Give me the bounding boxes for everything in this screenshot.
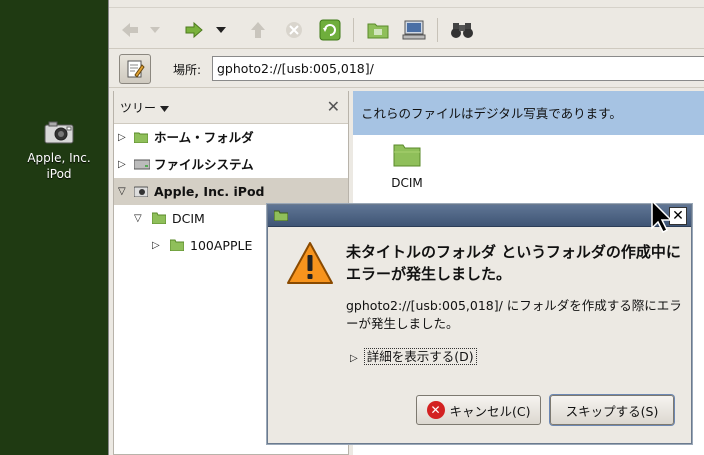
error-dialog: ✕ 未タイトルのフォルダ というフォルダの作成中にエラーが発生しました。 gph…: [267, 204, 692, 444]
details-label: 詳細を表示する(D): [363, 348, 477, 365]
cancel-button[interactable]: ✕ キャンセル(C): [416, 395, 541, 425]
home-folder-icon: [367, 23, 389, 39]
expander-expanded-icon[interactable]: ▽: [118, 178, 126, 205]
mouse-pointer-icon: [651, 200, 673, 234]
toolbar: [109, 9, 704, 49]
back-history-button[interactable]: [147, 17, 163, 43]
close-sidebar-icon[interactable]: ✕: [327, 97, 340, 116]
tree-item-home[interactable]: ▷ ホーム・フォルダ: [114, 124, 348, 151]
tree-item-label: ファイルシステム: [154, 157, 254, 172]
cancel-icon: ✕: [426, 401, 445, 419]
desktop-icon-ipod[interactable]: Apple, Inc. iPod: [18, 120, 100, 182]
up-button[interactable]: [245, 17, 271, 43]
skip-button[interactable]: スキップする(S): [550, 395, 674, 425]
search-button[interactable]: [449, 17, 475, 43]
details-expander[interactable]: ▷ 詳細を表示する(D): [350, 348, 477, 368]
folder-icon: [274, 210, 288, 221]
forward-button[interactable]: [181, 17, 207, 43]
tree-item-ipod[interactable]: ▽ Apple, Inc. iPod: [114, 178, 348, 205]
binoculars-icon: [451, 23, 473, 38]
expander-collapsed-icon: ▷: [350, 353, 358, 364]
dialog-secondary-text: gphoto2://[usb:005,018]/ にフォルダを作成する際にエラー…: [346, 298, 682, 331]
stop-icon: [286, 22, 302, 38]
tree-item-filesystem[interactable]: ▷ ファイルシステム: [114, 151, 348, 178]
dialog-primary-text: 未タイトルのフォルダ というフォルダの作成中にエラーが発生しました。: [346, 243, 681, 283]
cancel-button-label: キャンセル(C): [449, 403, 531, 419]
tree-item-label: Apple, Inc. iPod: [154, 184, 265, 199]
desktop-icon-label-1: Apple, Inc.: [27, 151, 91, 165]
stop-button[interactable]: [281, 17, 307, 43]
tree-item-label: DCIM: [172, 211, 205, 226]
sidebar-selector-label: ツリー: [120, 101, 157, 115]
computer-icon: [402, 20, 426, 40]
skip-button-label: スキップする(S): [565, 403, 659, 419]
desktop: Apple, Inc. iPod: [0, 0, 108, 455]
up-arrow-icon: [251, 22, 265, 38]
toolbar-separator: [437, 18, 438, 42]
expander-collapsed-icon[interactable]: ▷: [118, 151, 126, 178]
chevron-down-icon: [216, 27, 226, 33]
folder-icon: [393, 144, 421, 167]
home-button[interactable]: [365, 17, 391, 43]
reload-button[interactable]: [317, 17, 343, 43]
sidebar-type-selector[interactable]: ツリー: [120, 99, 169, 116]
expander-collapsed-icon[interactable]: ▷: [152, 232, 160, 259]
location-input[interactable]: [212, 56, 704, 81]
dialog-titlebar[interactable]: ✕: [268, 205, 691, 227]
forward-history-button[interactable]: [213, 17, 229, 43]
location-bar: 場所:: [109, 50, 704, 88]
desktop-icon-label-2: iPod: [46, 167, 72, 181]
chevron-down-icon: [159, 106, 169, 112]
edit-document-icon: [127, 60, 145, 78]
back-button[interactable]: [117, 17, 143, 43]
toggle-location-edit-button[interactable]: [119, 54, 151, 84]
back-arrow-icon: [122, 23, 138, 37]
camera-icon: [44, 121, 74, 144]
home-folder-icon: [134, 132, 148, 143]
expander-expanded-icon[interactable]: ▽: [134, 205, 142, 232]
info-bar: これらのファイルはデジタル写真であります。: [353, 91, 704, 135]
folder-icon: [152, 212, 166, 224]
toolbar-separator: [353, 18, 354, 42]
expander-collapsed-icon[interactable]: ▷: [118, 124, 126, 151]
tree-item-label: 100APPLE: [190, 238, 253, 253]
folder-icon: [170, 239, 184, 251]
forward-arrow-icon: [185, 21, 203, 39]
hard-drive-icon: [134, 159, 150, 170]
menubar-strip: [109, 0, 704, 8]
sidebar-header: ツリー ✕: [114, 91, 348, 124]
tree-item-label: ホーム・フォルダ: [154, 130, 254, 145]
chevron-down-icon: [150, 27, 160, 33]
warning-icon: [287, 242, 333, 284]
file-item-dcim[interactable]: DCIM: [387, 143, 427, 190]
camera-icon: [134, 186, 148, 197]
location-label: 場所:: [173, 63, 202, 77]
file-item-label: DCIM: [391, 176, 423, 190]
reload-icon: [319, 19, 341, 41]
computer-button[interactable]: [401, 17, 427, 43]
